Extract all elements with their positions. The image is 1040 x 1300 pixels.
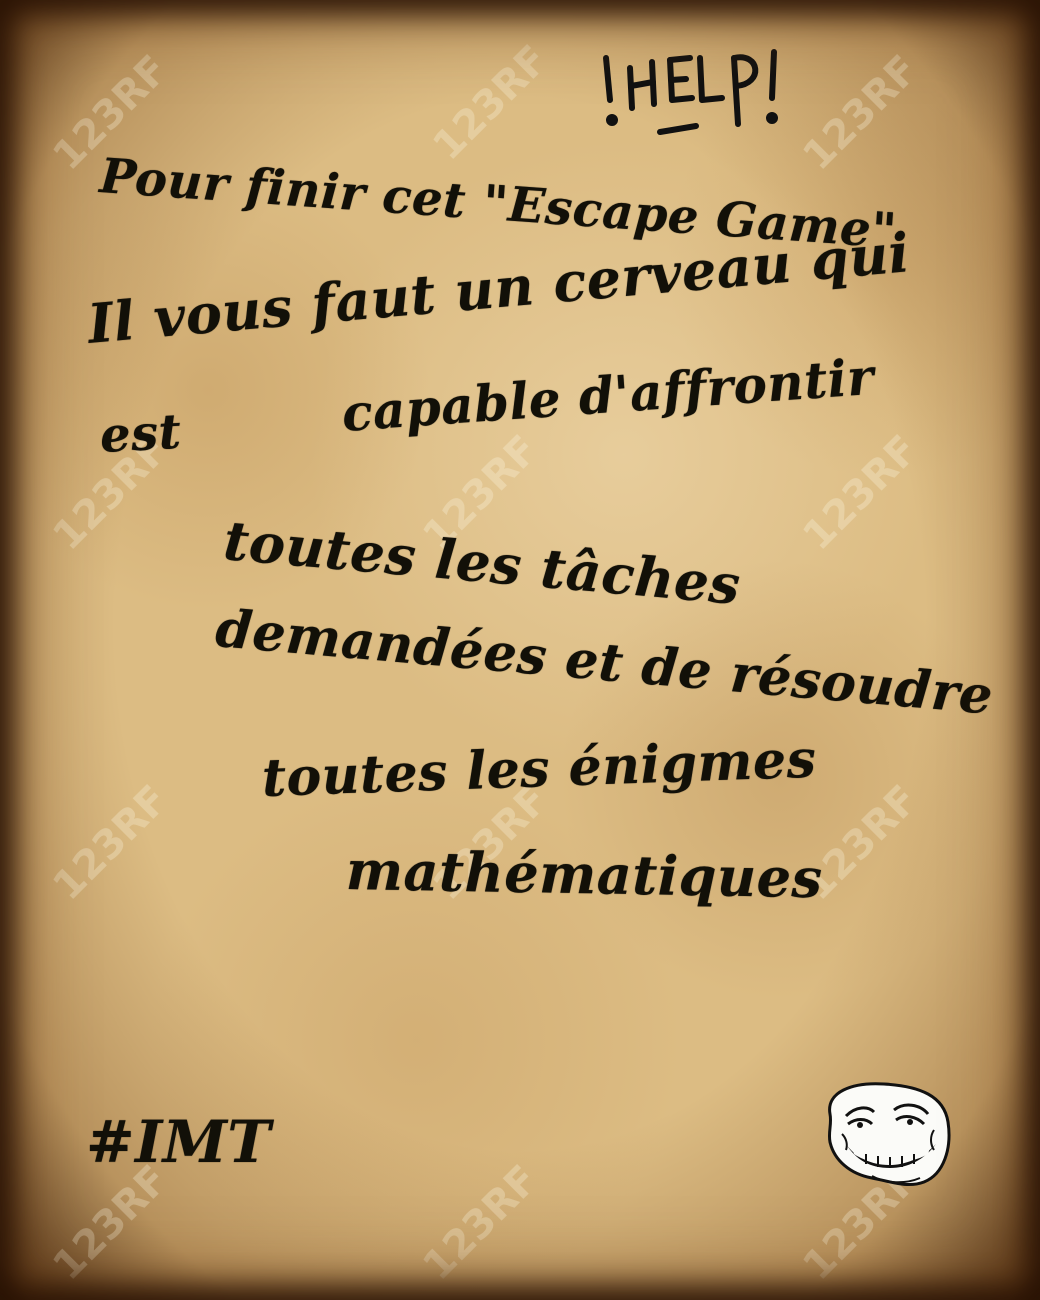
line-3-rest: capable d'affrontir — [339, 346, 876, 443]
line-2: Il vous faut un cerveau qui — [85, 220, 913, 356]
troll-face-icon — [827, 1082, 951, 1186]
help-scribble — [603, 49, 778, 135]
watermark: 123RF — [414, 1156, 548, 1290]
line-6: toutes les énigmes — [260, 728, 818, 809]
watermark: 123RF — [424, 36, 558, 170]
signature: #IMT — [86, 1108, 272, 1176]
watermark: 123RF — [44, 776, 178, 910]
watermark: 123RF — [794, 46, 928, 180]
watermark: 123RF — [794, 426, 928, 560]
line-3-est: est — [98, 403, 183, 464]
watermark: 123RF — [44, 1156, 178, 1290]
line-5: demandées et de résoudre — [213, 598, 996, 727]
line-4: toutes les tâches — [221, 508, 743, 618]
line-7: mathématiques — [345, 838, 824, 911]
parchment-page: 123RF 123RF 123RF 123RF 123RF 123RF 123R… — [0, 0, 1040, 1300]
